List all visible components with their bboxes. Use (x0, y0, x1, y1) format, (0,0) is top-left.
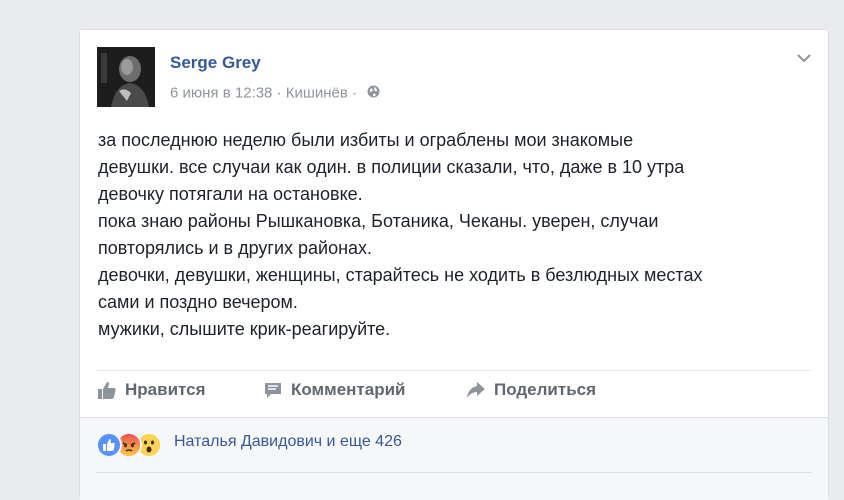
post-line: девочки, девушки, женщины, старайтесь не… (98, 265, 703, 285)
share-button[interactable]: Поделиться (466, 371, 596, 409)
post-line: девушки. все случаи как один. в полиции … (98, 157, 685, 177)
like-label: Нравится (125, 380, 206, 399)
post-card: Serge Grey 6 июня в 12:38 · Кишинёв · за… (79, 29, 829, 500)
action-bar: Нравится Комментарий Поделиться (97, 371, 811, 409)
post-line: мужики, слышите крик-реагируйте. (98, 319, 391, 339)
meta-separator: · (352, 84, 358, 102)
like-button[interactable]: Нравится (97, 371, 206, 409)
post-line: сами и поздно вечером. (98, 292, 298, 312)
post-meta: 6 июня в 12:38 · Кишинёв · (170, 84, 380, 102)
divider (96, 472, 812, 473)
post-date[interactable]: 6 июня в 12:38 (170, 85, 272, 102)
share-icon (467, 382, 485, 398)
like-reaction-icon (96, 432, 122, 458)
post-body: за последнюю неделю были избиты и ограбл… (98, 127, 810, 343)
meta-separator: · (276, 84, 282, 102)
comment-label: Комментарий (291, 380, 406, 399)
reaction-icons[interactable] (96, 432, 162, 458)
thumbs-up-icon (98, 382, 116, 399)
post-location[interactable]: Кишинёв (286, 85, 348, 102)
post-line: повторялись и в других районах. (98, 238, 373, 258)
avatar[interactable] (97, 47, 155, 107)
author-name[interactable]: Serge Grey (170, 53, 261, 73)
comment-icon (265, 383, 281, 398)
comment-button[interactable]: Комментарий (263, 371, 405, 409)
reactions-summary[interactable]: Наталья Давидович и еще 426 (174, 433, 402, 451)
globe-icon[interactable] (367, 85, 380, 102)
share-label: Поделиться (494, 380, 597, 399)
post-line: девочку потягали на остановке. (98, 184, 363, 204)
reactions-bar: Наталья Давидович и еще 426 (80, 418, 828, 500)
post-line: пока знаю районы Рышкановка, Ботаника, Ч… (98, 211, 659, 231)
chevron-down-icon[interactable] (796, 51, 812, 63)
post-line: за последнюю неделю были избиты и ограбл… (98, 130, 634, 150)
